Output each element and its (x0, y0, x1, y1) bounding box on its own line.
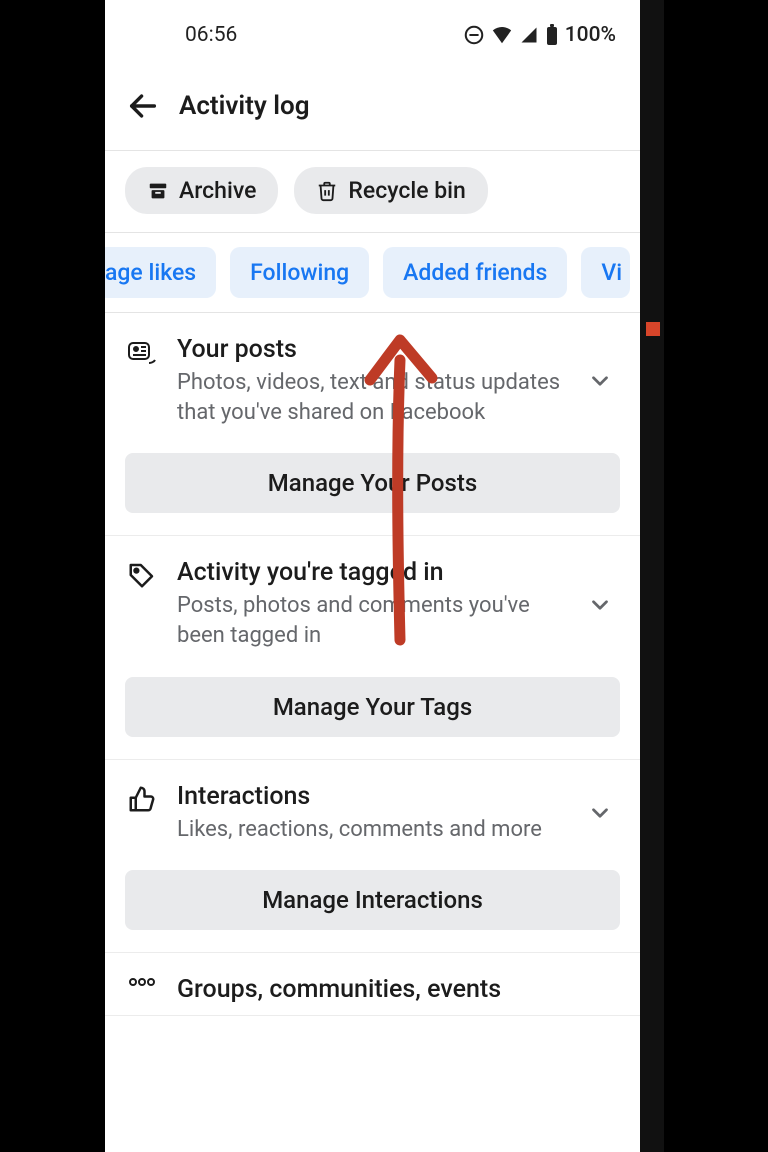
archive-icon (147, 180, 169, 202)
archive-label: Archive (179, 177, 256, 204)
section-groups: Groups, communities, events (105, 953, 640, 1016)
background-sliver (640, 0, 664, 1152)
filter-added-friends[interactable]: Added friends (383, 247, 567, 298)
groups-icon (125, 977, 159, 1011)
battery-percent: 100% (565, 23, 616, 47)
section-title: Activity you're tagged in (177, 558, 562, 587)
section-desc: Likes, reactions, comments and more (177, 815, 562, 845)
section-header-interactions[interactable]: Interactions Likes, reactions, comments … (125, 782, 620, 845)
recycle-bin-label: Recycle bin (348, 177, 465, 204)
section-header-groups[interactable]: Groups, communities, events (125, 975, 620, 1011)
battery-icon (545, 24, 559, 46)
manage-your-tags-button[interactable]: Manage Your Tags (125, 677, 620, 737)
page-header: Activity log (105, 70, 640, 151)
manage-interactions-button[interactable]: Manage Interactions (125, 870, 620, 930)
section-your-posts: Your posts Photos, videos, text and stat… (105, 313, 640, 536)
manage-your-posts-button[interactable]: Manage Your Posts (125, 453, 620, 513)
wifi-icon (491, 24, 513, 46)
trash-icon (316, 180, 338, 202)
section-tagged: Activity you're tagged in Posts, photos … (105, 536, 640, 759)
chevron-down-icon (580, 592, 620, 618)
section-header-tagged[interactable]: Activity you're tagged in Posts, photos … (125, 558, 620, 650)
section-header-your-posts[interactable]: Your posts Photos, videos, text and stat… (125, 335, 620, 427)
page-title: Activity log (179, 91, 310, 121)
do-not-disturb-icon (463, 24, 485, 46)
recycle-bin-button[interactable]: Recycle bin (294, 167, 487, 214)
quick-actions-row: Archive Recycle bin (105, 151, 640, 233)
signal-icon (519, 25, 539, 45)
archive-button[interactable]: Archive (125, 167, 278, 214)
section-title: Your posts (177, 335, 562, 364)
tag-icon (125, 560, 159, 594)
chevron-down-icon (580, 800, 620, 826)
filter-page-likes[interactable]: age likes (105, 247, 216, 298)
filter-videos[interactable]: Vi (581, 247, 630, 298)
section-interactions: Interactions Likes, reactions, comments … (105, 760, 640, 954)
back-button[interactable] (125, 88, 161, 124)
section-desc: Posts, photos and comments you've been t… (177, 591, 562, 650)
section-title: Interactions (177, 782, 562, 811)
filter-tabs-row[interactable]: age likes Following Added friends Vi (105, 233, 640, 313)
chevron-down-icon (580, 368, 620, 394)
filter-following[interactable]: Following (230, 247, 369, 298)
phone-frame: 06:56 100% Activity log (105, 0, 640, 1152)
like-icon (125, 784, 159, 818)
section-title: Groups, communities, events (177, 975, 620, 1004)
posts-icon (125, 337, 159, 371)
status-time: 06:56 (185, 23, 237, 47)
status-bar: 06:56 100% (105, 0, 640, 70)
section-desc: Photos, videos, text and status updates … (177, 368, 562, 427)
